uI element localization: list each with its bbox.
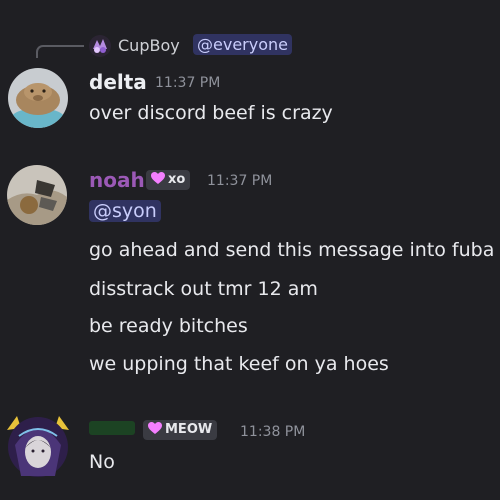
message-text: No: [89, 451, 115, 473]
message-text: be ready bitches: [89, 315, 248, 337]
syon-mention[interactable]: @syon: [89, 200, 161, 222]
reply-author-avatar[interactable]: [89, 35, 111, 57]
cupboy-avatar-icon: [89, 35, 111, 57]
heart-icon: [151, 172, 165, 184]
reply-spine: [36, 45, 84, 58]
role-tag-label: MEOW: [165, 422, 213, 437]
message-timestamp[interactable]: 11:37 PM: [155, 75, 220, 91]
capybara-avatar-icon: [8, 68, 68, 128]
message-timestamp[interactable]: 11:37 PM: [207, 173, 272, 189]
message-username[interactable]: noah: [89, 168, 145, 192]
message-username[interactable]: delta: [89, 70, 147, 94]
third-user-avatar[interactable]: [3, 410, 69, 477]
message-text: disstrack out tmr 12 am: [89, 278, 318, 300]
message-text: over discord beef is crazy: [89, 102, 333, 124]
message-timestamp[interactable]: 11:38 PM: [240, 424, 305, 440]
reply-everyone-mention[interactable]: @everyone: [193, 34, 292, 55]
role-tag[interactable]: xo: [146, 170, 191, 190]
message-text: go ahead and send this message into fuba: [89, 239, 495, 261]
message-username[interactable]: [89, 421, 135, 435]
role-tag-label: xo: [168, 172, 186, 187]
noah-avatar-icon: [7, 165, 67, 225]
heart-icon: [148, 422, 162, 434]
reply-author-name[interactable]: CupBoy: [118, 36, 180, 55]
role-tag[interactable]: MEOW: [143, 420, 218, 440]
delta-avatar[interactable]: [8, 68, 68, 128]
message-text: we upping that keef on ya hoes: [89, 353, 389, 375]
noah-avatar[interactable]: [7, 165, 67, 225]
hooded-figure-avatar-icon: [7, 416, 69, 477]
